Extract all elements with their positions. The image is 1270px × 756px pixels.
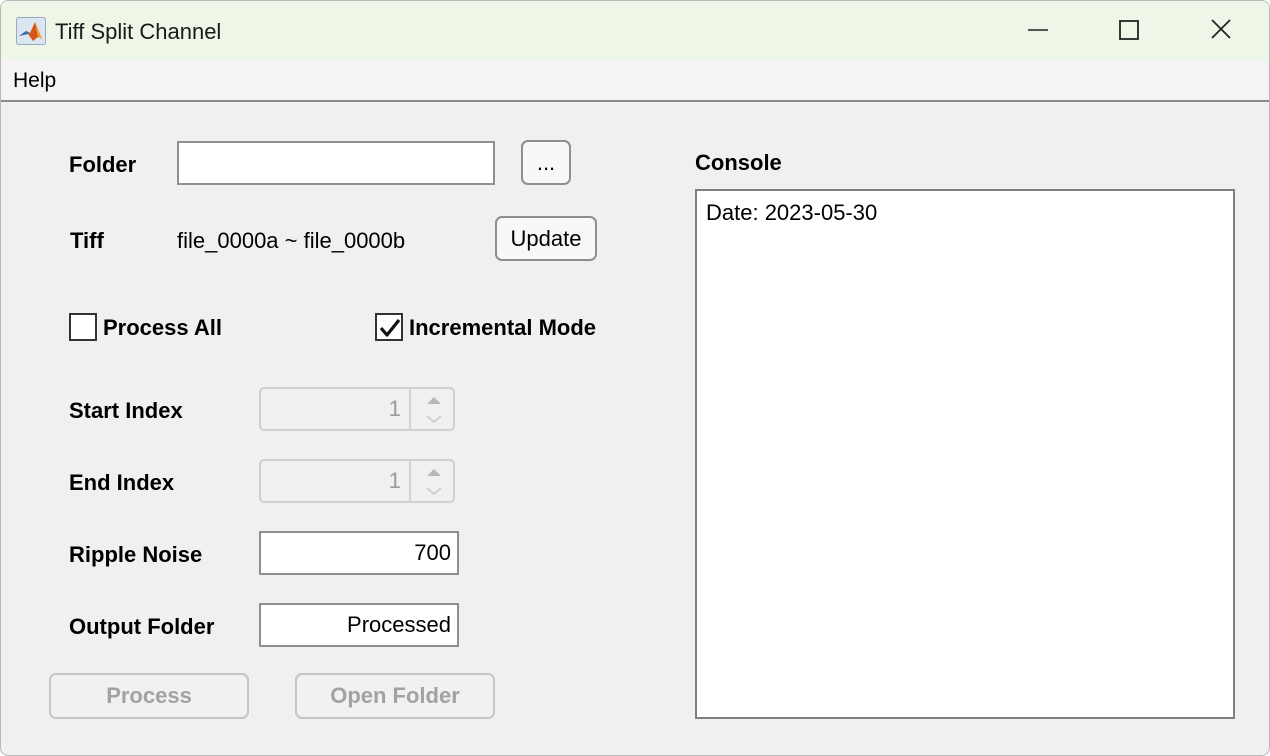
console-label: Console — [695, 150, 782, 175]
menu-help[interactable]: Help — [13, 69, 56, 93]
maximize-button[interactable] — [1107, 11, 1151, 49]
ripple-noise-label: Ripple Noise — [69, 542, 203, 567]
end-index-value: 1 — [261, 461, 411, 501]
console-line: Date: 2023-05-30 — [706, 200, 878, 225]
close-button[interactable] — [1199, 11, 1243, 49]
minimize-button[interactable] — [1016, 11, 1060, 49]
spin-up-icon[interactable] — [419, 464, 449, 480]
window-title: Tiff Split Channel — [55, 19, 222, 44]
browse-button[interactable]: ... — [521, 140, 571, 185]
title-bar[interactable]: Tiff Split Channel — [1, 1, 1269, 59]
close-icon — [1211, 19, 1231, 39]
app-window: Tiff Split Channel Help Folder ... Tiff … — [0, 0, 1270, 756]
open-folder-button[interactable]: Open Folder — [295, 673, 495, 719]
incremental-mode-label: Incremental Mode — [409, 315, 597, 340]
output-folder-label: Output Folder — [69, 614, 215, 639]
end-index-spinner[interactable]: 1 — [259, 459, 455, 503]
output-folder-input[interactable]: Processed — [259, 603, 459, 647]
maximize-icon — [1119, 20, 1139, 40]
tiff-label: Tiff — [70, 228, 104, 253]
tiff-range-value: file_0000a ~ file_0000b — [177, 228, 406, 253]
incremental-mode-checkbox[interactable] — [375, 313, 403, 341]
checkmark-icon — [379, 319, 401, 337]
end-index-label: End Index — [69, 470, 175, 495]
spin-down-icon[interactable] — [419, 411, 449, 427]
update-button[interactable]: Update — [495, 216, 597, 261]
folder-input[interactable] — [177, 141, 495, 185]
process-all-label: Process All — [103, 315, 223, 340]
menu-bar: Help — [1, 59, 1269, 102]
start-index-label: Start Index — [69, 398, 183, 423]
console-textarea[interactable]: Date: 2023-05-30 — [695, 189, 1235, 719]
minimize-icon — [1028, 29, 1048, 31]
ripple-noise-input[interactable]: 700 — [259, 531, 459, 575]
process-all-checkbox[interactable] — [69, 313, 97, 341]
start-index-spinner[interactable]: 1 — [259, 387, 455, 431]
spin-up-icon[interactable] — [419, 392, 449, 408]
start-index-value: 1 — [261, 389, 411, 429]
process-button[interactable]: Process — [49, 673, 249, 719]
folder-label: Folder — [69, 152, 137, 177]
spin-down-icon[interactable] — [419, 483, 449, 499]
matlab-icon — [16, 17, 46, 45]
